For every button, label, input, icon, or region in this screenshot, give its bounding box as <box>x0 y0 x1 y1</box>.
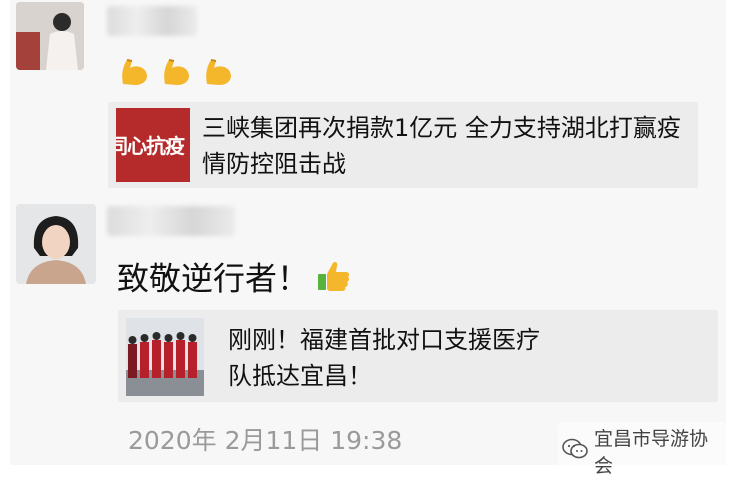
moments-feed: 同心抗疫 三峡集团再次捐款1亿元 全力支持湖北打赢疫情防控阻击战 致敬逆行者！ <box>10 0 726 480</box>
wechat-icon <box>562 438 588 465</box>
avatar-photo-icon <box>16 2 84 70</box>
post-timestamp: 2020年 2月11日 19:38 <box>128 426 403 455</box>
link-title-2: 刚刚！福建首批对口支援医疗队抵达宜昌！ <box>228 326 540 390</box>
link-title-1: 三峡集团再次捐款1亿元 全力支持湖北打赢疫情防控阻击战 <box>202 114 681 178</box>
medical-team-photo-icon <box>126 318 204 396</box>
flexed-biceps-icon <box>159 54 193 88</box>
link-thumbnail-2 <box>126 318 204 396</box>
avatar-user-1[interactable] <box>16 2 84 70</box>
shared-link-card-1[interactable]: 同心抗疫 三峡集团再次捐款1亿元 全力支持湖北打赢疫情防控阻击战 <box>108 102 698 188</box>
shared-link-card-2[interactable]: 刚刚！福建首批对口支援医疗队抵达宜昌！ <box>118 310 718 402</box>
watermark: 宜昌市导游协会 <box>558 422 726 480</box>
avatar-photo-icon <box>16 204 96 284</box>
emoji-row <box>117 54 235 88</box>
thumbnail-caption: 同心抗疫 <box>116 134 185 158</box>
message-text-2: 致敬逆行者！ <box>117 258 351 303</box>
flexed-biceps-icon <box>201 54 235 88</box>
thumbs-up-icon <box>315 258 351 303</box>
message-text-content: 致敬逆行者！ <box>117 259 310 298</box>
avatar-user-2[interactable] <box>16 204 96 284</box>
watermark-text: 宜昌市导游协会 <box>594 428 709 477</box>
user-2-name-blurred <box>107 206 235 236</box>
flexed-biceps-icon <box>117 54 151 88</box>
link-thumbnail-1: 同心抗疫 <box>116 108 190 182</box>
user-1-name-blurred <box>107 6 197 36</box>
